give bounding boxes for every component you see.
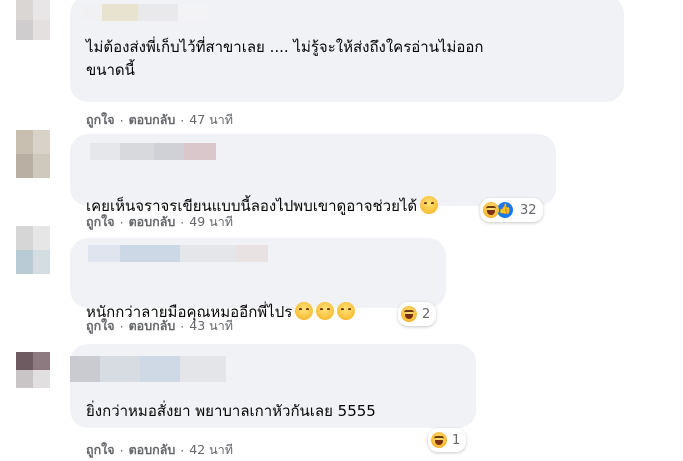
avatar-pixel — [33, 250, 50, 274]
commenter-name-redacted[interactable] — [88, 245, 268, 262]
separator-dot: · — [119, 112, 124, 128]
avatar[interactable] — [16, 352, 50, 388]
avatar-pixel — [16, 0, 33, 20]
reaction-count: 1 — [452, 432, 461, 448]
separator-dot: · — [180, 214, 185, 230]
avatar-pixel — [16, 352, 33, 370]
comment-text: ยิ่งกว่าหมอสั่งยา พยาบาลเกาหัวกันเลย 555… — [86, 402, 376, 420]
avatar-pixel — [16, 154, 33, 178]
avatar[interactable] — [16, 226, 50, 274]
separator-dot: · — [119, 442, 124, 458]
commenter-name-redacted[interactable] — [82, 4, 208, 21]
laugh-reaction-icon — [431, 432, 447, 448]
avatar-pixel — [33, 154, 50, 178]
commenter-name-redacted[interactable] — [90, 143, 216, 160]
relieved-emoji-icon — [295, 302, 314, 320]
timestamp[interactable]: 42 นาที — [189, 440, 233, 460]
avatar-pixel — [16, 20, 33, 40]
separator-dot: · — [119, 214, 124, 230]
reply-button[interactable]: ตอบกลับ — [129, 440, 176, 460]
avatar[interactable] — [16, 0, 50, 40]
separator-dot: · — [180, 112, 185, 128]
timestamp[interactable]: 49 นาที — [189, 212, 233, 232]
comment-bubble: เคยเห็นจราจรเขียนแบบนี้ลองไปพบเขาดูอาจช่… — [70, 134, 556, 215]
comment-bubble: ไม่ต้องส่งพี่เก็บไว้ที่สาขาเลย .... ไม่ร… — [70, 0, 624, 102]
reply-button[interactable]: ตอบกลับ — [129, 212, 176, 232]
avatar-pixel — [16, 370, 33, 388]
reaction-summary[interactable]: 1 — [428, 428, 467, 452]
avatar-pixel — [16, 130, 33, 154]
avatar[interactable] — [16, 130, 50, 178]
avatar-pixel — [33, 0, 50, 20]
avatar-pixel — [33, 352, 50, 370]
laugh-reaction-icon — [483, 202, 499, 218]
comment-actions: ถูกใจ · ตอบกลับ · 43 นาที — [86, 316, 233, 336]
relieved-emoji-icon — [316, 302, 335, 320]
avatar-pixel — [33, 370, 50, 388]
reaction-summary[interactable]: 👍 32 — [480, 198, 543, 222]
reply-button[interactable]: ตอบกลับ — [129, 110, 176, 130]
separator-dot: · — [119, 318, 124, 334]
avatar-pixel — [33, 20, 50, 40]
timestamp[interactable]: 43 นาที — [189, 316, 233, 336]
relieved-emoji-icon — [337, 302, 356, 320]
like-button[interactable]: ถูกใจ — [86, 440, 115, 460]
reaction-count: 32 — [520, 202, 537, 218]
reply-button[interactable]: ตอบกลับ — [129, 316, 176, 336]
avatar-pixel — [33, 130, 50, 154]
comment-actions: ถูกใจ · ตอบกลับ · 42 นาที — [86, 440, 233, 460]
like-button[interactable]: ถูกใจ — [86, 212, 115, 232]
commenter-name-redacted[interactable] — [70, 356, 226, 382]
reaction-count: 2 — [422, 306, 431, 322]
separator-dot: · — [180, 318, 185, 334]
reaction-summary[interactable]: 2 — [398, 302, 437, 326]
avatar-pixel — [16, 250, 33, 274]
like-button[interactable]: ถูกใจ — [86, 316, 115, 336]
timestamp[interactable]: 47 นาที — [189, 110, 233, 130]
comment-bubble: หนักกว่าลายมือคุณหมออีกพี่ไปร — [70, 238, 446, 321]
comment-actions: ถูกใจ · ตอบกลับ · 49 นาที — [86, 212, 233, 232]
laughing-emoji-icon — [420, 196, 439, 214]
avatar-pixel — [16, 226, 33, 250]
comment-bubble: ยิ่งกว่าหมอสั่งยา พยาบาลเกาหัวกันเลย 555… — [70, 344, 476, 428]
like-button[interactable]: ถูกใจ — [86, 110, 115, 130]
comment-text: ไม่ต้องส่งพี่เก็บไว้ที่สาขาเลย .... ไม่ร… — [86, 38, 484, 79]
separator-dot: · — [180, 442, 185, 458]
avatar-pixel — [33, 226, 50, 250]
laugh-reaction-icon — [401, 306, 417, 322]
comment-actions: ถูกใจ · ตอบกลับ · 47 นาที — [86, 110, 233, 130]
